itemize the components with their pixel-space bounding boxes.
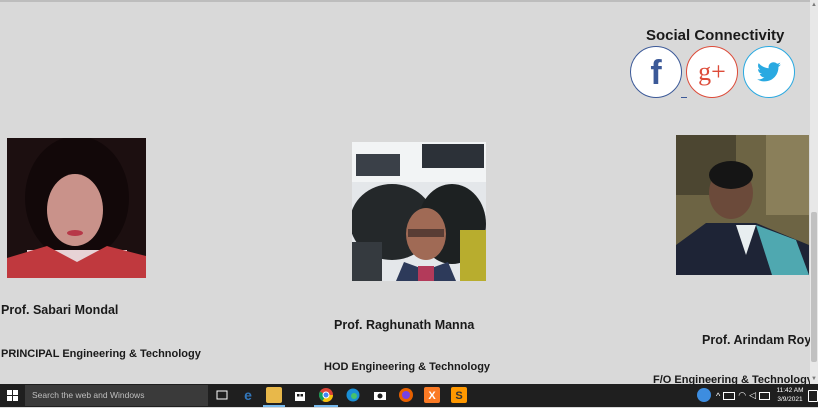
taskbar-clock[interactable]: 11:42 AM 3/9/2021	[775, 386, 805, 404]
svg-text:X: X	[428, 390, 436, 402]
wifi-icon[interactable]: ◠	[738, 390, 746, 401]
twitter-link[interactable]	[743, 46, 795, 98]
google-plus-icon: g+	[698, 57, 726, 86]
sublime-text-icon[interactable]: S	[451, 387, 467, 403]
start-button[interactable]	[0, 384, 24, 407]
taskbar-search-box[interactable]: Search the web and Windows	[25, 385, 208, 406]
task-view-icon[interactable]	[214, 387, 230, 403]
svg-text:S: S	[455, 390, 462, 402]
faculty-name-3: Prof. Arindam Roy	[702, 333, 812, 347]
system-tray: ^ ◠ ◁	[716, 384, 771, 407]
faculty-photo-sabari-mondal	[7, 138, 146, 278]
top-border	[0, 0, 818, 2]
chrome-icon[interactable]	[318, 387, 334, 403]
chevron-up-icon[interactable]: ^	[716, 391, 720, 401]
search-placeholder: Search the web and Windows	[32, 390, 145, 400]
link-underline	[681, 97, 687, 98]
vertical-scrollbar[interactable]: ▲ ▼	[810, 0, 818, 384]
edge-icon[interactable]: e	[240, 387, 256, 403]
scroll-thumb[interactable]	[811, 212, 817, 362]
faculty-name-1: Prof. Sabari Mondal	[1, 303, 119, 317]
svg-text:f: f	[650, 55, 662, 89]
file-explorer-icon[interactable]	[266, 387, 282, 403]
store-icon[interactable]	[292, 387, 308, 403]
social-connectivity-heading: Social Connectivity	[646, 27, 785, 44]
facebook-link[interactable]: f	[630, 46, 682, 98]
edge-chromium-icon[interactable]	[345, 387, 361, 403]
svg-text:g+: g+	[698, 57, 726, 86]
clock-date: 3/9/2021	[777, 396, 803, 403]
windows-logo-icon	[6, 390, 18, 401]
twitter-icon	[757, 62, 781, 82]
camera-icon[interactable]	[372, 387, 388, 403]
keyboard-icon[interactable]	[759, 391, 771, 400]
clock-time: 11:42 AM	[776, 387, 804, 394]
volume-icon[interactable]: ◁	[749, 390, 756, 401]
scroll-up-icon[interactable]: ▲	[811, 2, 817, 8]
faculty-role-2: HOD Engineering & Technology	[324, 361, 491, 373]
page-content: Social Connectivity f g+ Prof. Sabari Mo…	[0, 0, 818, 386]
notification-icon[interactable]	[808, 390, 818, 402]
firefox-icon[interactable]	[398, 387, 414, 403]
battery-icon[interactable]	[723, 391, 736, 400]
windows-taskbar: Search the web and Windows e X S ^ ◠ ◁ 1…	[0, 384, 818, 407]
google-plus-link[interactable]: g+	[686, 46, 738, 98]
faculty-photo-raghunath-manna	[352, 142, 486, 281]
faculty-role-1: PRINCIPAL Engineering & Technology	[1, 348, 201, 360]
faculty-name-2: Prof. Raghunath Manna	[334, 318, 475, 332]
facebook-icon: f	[650, 55, 662, 89]
scroll-down-icon[interactable]: ▼	[811, 376, 817, 382]
svg-text:e: e	[244, 387, 252, 403]
xampp-icon[interactable]: X	[424, 387, 440, 403]
help-icon[interactable]	[697, 388, 711, 402]
faculty-photo-arindam-roy	[676, 135, 809, 275]
